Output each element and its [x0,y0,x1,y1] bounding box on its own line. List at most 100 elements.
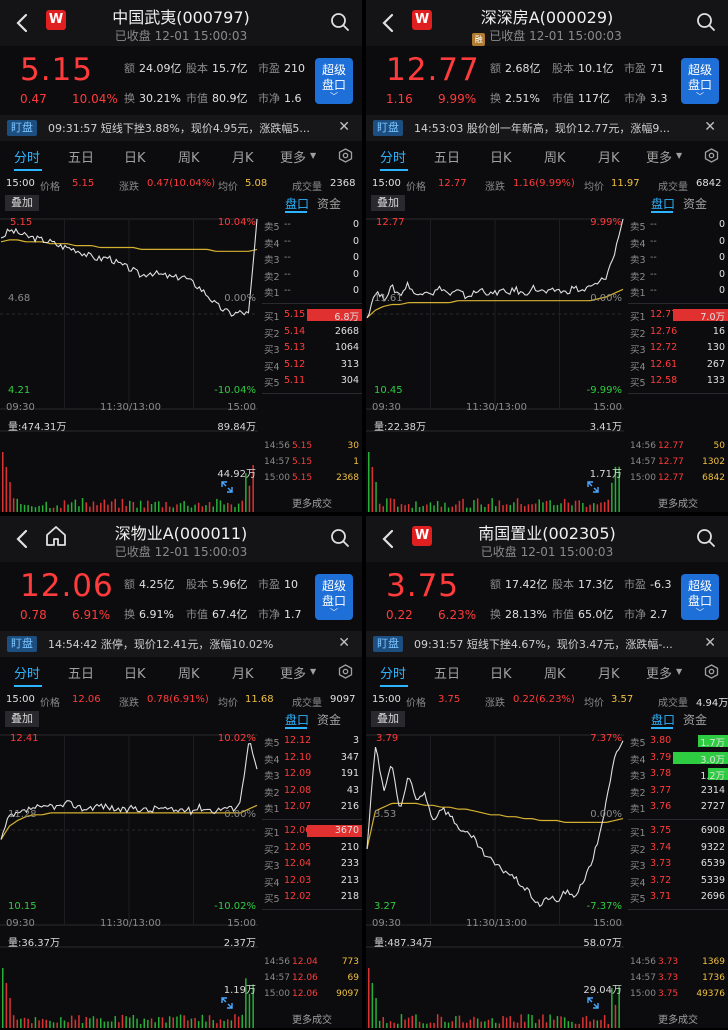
bid-row[interactable]: 买3 3.73 6539 [628,856,728,872]
ask-row[interactable]: 卖3 -- 0 [628,250,728,266]
super-orderbook-button[interactable]: 超级 盘口 ﹀ [315,574,353,620]
super-orderbook-button[interactable]: 超级 盘口 ﹀ [315,58,353,104]
watch-alert-bar[interactable]: 盯盘 14:54:42 涨停，现价12.41元，涨幅10.02% ✕ [0,631,362,657]
tab-4[interactable]: 月K [232,663,254,682]
bid-row[interactable]: 买4 5.12 313 [262,357,362,373]
fund-flow-tab[interactable]: 资金 [683,195,707,212]
tab-0[interactable]: 分时 [380,147,406,166]
ask-row[interactable]: 卖2 3.77 2314 [628,783,728,799]
bid-row[interactable]: 买2 12.05 210 [262,840,362,856]
ask-row[interactable]: 卖1 -- 0 [262,283,362,299]
ask-row[interactable]: 卖4 12.10 347 [262,750,362,766]
ask-row[interactable]: 卖4 -- 0 [262,234,362,250]
settings-hexagon-icon[interactable] [704,664,719,679]
bid-row[interactable]: 买2 5.14 2668 [262,324,362,340]
tab-1[interactable]: 五日 [434,147,460,166]
orderbook-tab[interactable]: 盘口 [651,195,675,212]
tab-3[interactable]: 周K [178,147,200,166]
ask-row[interactable]: 卖2 -- 0 [262,267,362,283]
fund-flow-tab[interactable]: 资金 [317,195,341,212]
tab-3[interactable]: 周K [544,147,566,166]
super-orderbook-button[interactable]: 超级 盘口 ﹀ [681,574,719,620]
ask-row[interactable]: 卖1 3.76 2727 [628,799,728,815]
search-icon[interactable] [330,528,350,548]
search-icon[interactable] [696,12,716,32]
bid-row[interactable]: 买3 12.04 233 [262,856,362,872]
expand-icon[interactable] [586,995,600,1009]
orderbook-tab[interactable]: 盘口 [651,711,675,728]
more-trades-button[interactable]: 更多成交 [630,1011,726,1027]
tab-4[interactable]: 月K [598,663,620,682]
tab-0[interactable]: 分时 [14,147,40,166]
close-icon[interactable]: ✕ [704,119,716,135]
bid-row[interactable]: 买4 3.72 5339 [628,873,728,889]
app-logo-icon[interactable]: W [412,10,432,30]
overlay-button[interactable]: 叠加 [5,711,39,727]
close-icon[interactable]: ✕ [338,635,350,651]
overlay-button[interactable]: 叠加 [5,195,39,211]
tab-0[interactable]: 分时 [380,663,406,682]
tab-3[interactable]: 周K [544,663,566,682]
tab-3[interactable]: 周K [178,663,200,682]
settings-hexagon-icon[interactable] [704,148,719,163]
tab-5[interactable]: 更多 [280,147,306,166]
ask-row[interactable]: 卖3 -- 0 [262,250,362,266]
back-arrow-icon[interactable] [12,528,34,550]
bid-row[interactable]: 买5 3.71 2696 [628,889,728,905]
bid-row[interactable]: 买1 12.06 3670 [262,823,362,839]
tab-0[interactable]: 分时 [14,663,40,682]
bid-row[interactable]: 买1 3.75 6908 [628,823,728,839]
app-logo-icon[interactable]: W [46,10,66,30]
intraday-chart[interactable]: 12.77 9.99% 11.61 0.00% 10.45 -9.99% 09:30 11:3… [366,213,626,512]
intraday-chart[interactable]: 5.15 10.04% 4.68 0.00% 4.21 -10.04% 09:30 11:30… [0,213,260,512]
overlay-button[interactable]: 叠加 [371,195,405,211]
ask-row[interactable]: 卖2 -- 0 [628,267,728,283]
tab-2[interactable]: 日K [124,147,146,166]
overlay-button[interactable]: 叠加 [371,711,405,727]
tab-1[interactable]: 五日 [434,663,460,682]
bid-row[interactable]: 买3 5.13 1064 [262,340,362,356]
back-arrow-icon[interactable] [378,12,400,34]
search-icon[interactable] [330,12,350,32]
ask-row[interactable]: 卖5 -- 0 [628,217,728,233]
ask-row[interactable]: 卖5 -- 0 [262,217,362,233]
orderbook-tab[interactable]: 盘口 [285,195,309,212]
tab-2[interactable]: 日K [490,147,512,166]
ask-row[interactable]: 卖3 3.78 1.2万 [628,766,728,782]
orderbook-tab[interactable]: 盘口 [285,711,309,728]
bid-row[interactable]: 买2 12.76 16 [628,324,728,340]
more-trades-button[interactable]: 更多成交 [264,495,360,511]
watch-alert-bar[interactable]: 盯盘 09:31:57 短线下挫4.67%，现价3.47元，涨跌幅-... ✕ [366,631,728,657]
more-trades-button[interactable]: 更多成交 [630,495,726,511]
fund-flow-tab[interactable]: 资金 [683,711,707,728]
intraday-chart[interactable]: 3.79 7.37% 3.53 0.00% 3.27 -7.37% 09:30 11:30/1… [366,729,626,1028]
close-icon[interactable]: ✕ [338,119,350,135]
settings-hexagon-icon[interactable] [338,664,353,679]
search-icon[interactable] [696,528,716,548]
back-arrow-icon[interactable] [12,12,34,34]
watch-alert-bar[interactable]: 盯盘 14:53:03 股价创一年新高，现价12.77元，涨幅9... ✕ [366,115,728,141]
watch-alert-bar[interactable]: 盯盘 09:31:57 短线下挫3.88%，现价4.95元，涨跌幅5... ✕ [0,115,362,141]
intraday-chart[interactable]: 12.41 10.02% 11.28 0.00% 10.15 -10.02% 09:30 11… [0,729,260,1028]
bid-row[interactable]: 买3 12.72 130 [628,340,728,356]
tab-5[interactable]: 更多 [646,663,672,682]
back-arrow-icon[interactable] [378,528,400,550]
tab-2[interactable]: 日K [490,663,512,682]
bid-row[interactable]: 买1 12.77 7.0万 [628,307,728,323]
expand-icon[interactable] [586,479,600,493]
bid-row[interactable]: 买4 12.03 213 [262,873,362,889]
ask-row[interactable]: 卖4 3.79 3.0万 [628,750,728,766]
ask-row[interactable]: 卖1 12.07 216 [262,799,362,815]
ask-row[interactable]: 卖5 3.80 1.7万 [628,733,728,749]
ask-row[interactable]: 卖2 12.08 43 [262,783,362,799]
expand-icon[interactable] [220,995,234,1009]
settings-hexagon-icon[interactable] [338,148,353,163]
app-logo-icon[interactable]: W [412,526,432,546]
bid-row[interactable]: 买5 5.11 304 [262,373,362,389]
ask-row[interactable]: 卖4 -- 0 [628,234,728,250]
tab-4[interactable]: 月K [598,147,620,166]
super-orderbook-button[interactable]: 超级 盘口 ﹀ [681,58,719,104]
tab-5[interactable]: 更多 [280,663,306,682]
ask-row[interactable]: 卖3 12.09 191 [262,766,362,782]
home-icon[interactable] [44,524,68,548]
